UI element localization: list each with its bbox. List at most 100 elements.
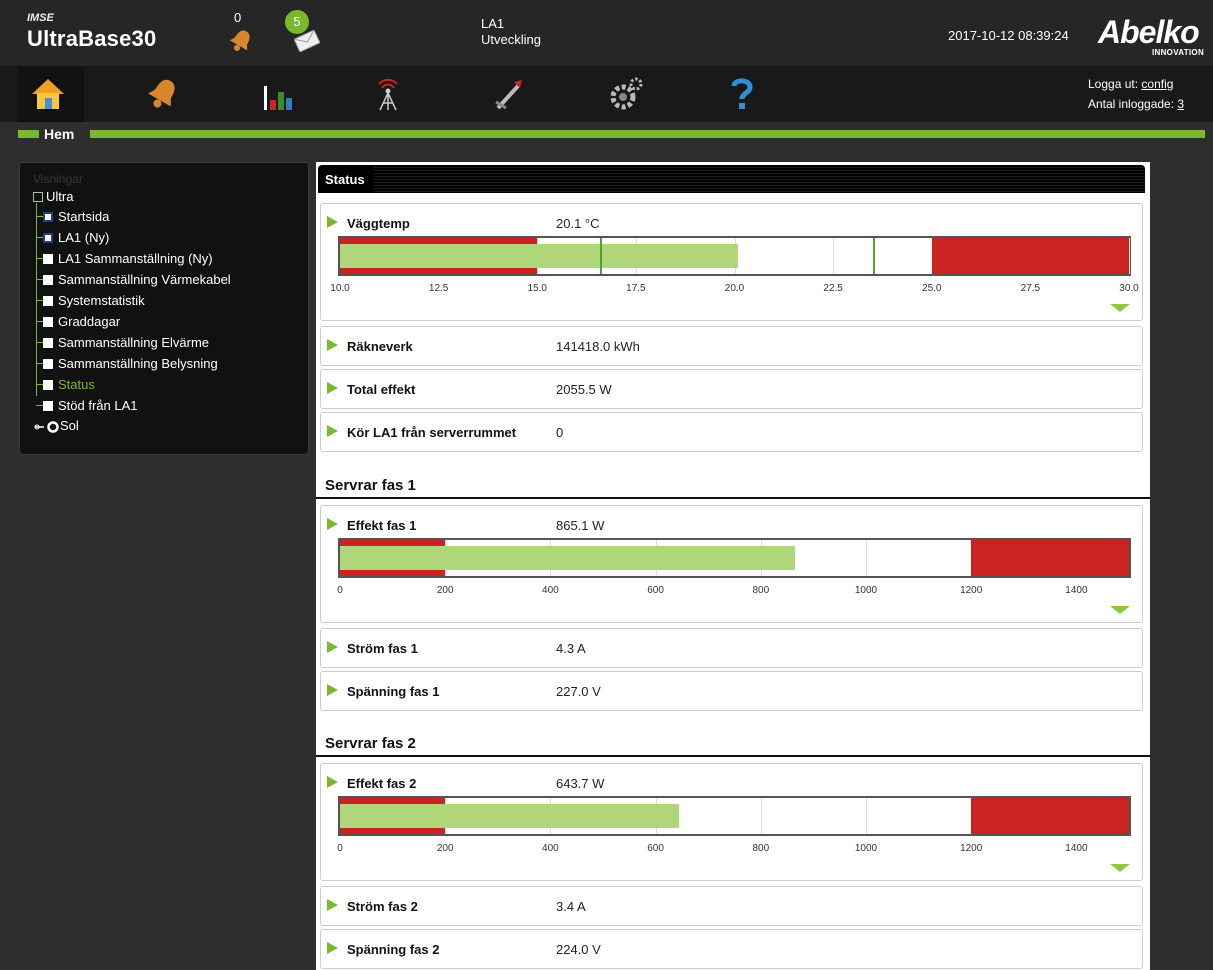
list-icon: [43, 380, 53, 390]
tree-item-startsida[interactable]: Startsida: [43, 209, 109, 224]
card-label: Ström fas 2: [347, 899, 418, 914]
gauge-fill: [340, 804, 679, 828]
gauge-tick-label: 12.5: [428, 283, 449, 294]
gauge-limit-marker: [600, 238, 603, 274]
expand-icon: [327, 641, 338, 653]
gauge-tick-label: 20.0: [724, 283, 745, 294]
chevron-down-icon[interactable]: [1110, 606, 1130, 614]
card-vaggtemp[interactable]: Väggtemp 20.1 °C 10.0 12.5 15.0 17.5 20.0 22.…: [320, 203, 1143, 321]
card-label: Ström fas 1: [347, 641, 418, 656]
nav-help[interactable]: [718, 66, 768, 122]
chevron-down-icon[interactable]: [1110, 864, 1130, 872]
main-panel: Status Väggtemp 20.1 °C 10.0 12.5 15.0 17.5…: [316, 162, 1150, 970]
gauge-limit-marker: [872, 238, 875, 274]
expand-icon: [34, 420, 59, 433]
expand-icon: [327, 776, 338, 788]
list-icon: [43, 275, 53, 285]
alarm-indicator[interactable]: 0: [224, 10, 264, 60]
nav-settings[interactable]: [598, 66, 658, 122]
gauge-scale-temp: 10.0 12.5 15.0 17.5 20.0 22.5 25.0 27.5 30.0: [330, 283, 1138, 297]
logged-in-count-link[interactable]: 3: [1177, 97, 1184, 111]
unit-name: LA1: [481, 16, 505, 31]
card-label: Spänning fas 1: [347, 684, 440, 699]
gauge-tick-label: 22.5: [823, 283, 843, 294]
tree-branch: [36, 405, 43, 406]
card-label: Effekt fas 2: [347, 776, 417, 791]
section-rule-right: [90, 130, 1205, 138]
card-label: Effekt fas 1: [347, 518, 417, 533]
clock: 2017-10-12 08:39:24: [948, 28, 1069, 43]
nav-alarms[interactable]: [135, 66, 195, 122]
logout-prefix: Logga ut:: [1088, 77, 1139, 91]
tree-item-status[interactable]: Status: [43, 377, 95, 392]
list-icon: [43, 296, 53, 306]
expand-icon: [327, 425, 338, 437]
card-label: Väggtemp: [347, 216, 410, 231]
tree-item-stod[interactable]: Stöd från LA1: [43, 398, 138, 413]
gauge-tick-label: 30.0: [1119, 283, 1139, 294]
logout-link[interactable]: config: [1141, 77, 1173, 91]
tree-item-belysning[interactable]: Sammanställning Belysning: [43, 356, 218, 371]
tree-item-la1-sammanstallning[interactable]: LA1 Sammanställning (Ny): [43, 251, 213, 266]
gauge-tick-label: 800: [752, 843, 770, 854]
tree-item-systemstatistik[interactable]: Systemstatistik: [43, 293, 145, 308]
tree-root-ultra[interactable]: Ultra: [33, 189, 73, 204]
card-spanning-fas2[interactable]: Spänning fas 2 224.0 V: [320, 929, 1143, 969]
status-header: Status: [318, 165, 1145, 193]
expand-icon: [327, 518, 338, 530]
card-label: Total effekt: [347, 382, 416, 397]
gauge-scale-fas1: 0 200 400 600 800 1000 1200 1400: [337, 585, 1131, 599]
gauge-tick-label: 200: [436, 585, 454, 596]
card-value: 141418.0 kWh: [556, 339, 640, 354]
gauge-tick-label: 600: [647, 843, 664, 854]
high-alarm-zone: [971, 540, 1129, 576]
card-total-effekt[interactable]: Total effekt 2055.5 W: [320, 369, 1143, 409]
chevron-down-icon[interactable]: [1110, 304, 1130, 312]
abelko-logo: Abelko INNOVATION: [1098, 16, 1206, 58]
group-rule: [316, 755, 1150, 757]
status-title: Status: [325, 172, 365, 187]
antenna-icon: [378, 78, 398, 111]
gauge-tick-label: 15.0: [527, 283, 547, 294]
expand-icon: [327, 942, 338, 954]
high-alarm-zone: [971, 798, 1129, 834]
home-icon: [32, 79, 64, 109]
tree-branch: [36, 384, 43, 385]
expand-icon: [327, 899, 338, 911]
nav-charts[interactable]: [250, 66, 310, 122]
card-value: 643.7 W: [556, 776, 605, 791]
message-indicator[interactable]: 5: [282, 8, 322, 60]
brand-title: UltraBase30: [27, 26, 157, 51]
card-strom-fas1[interactable]: Ström fas 1 4.3 A: [320, 628, 1143, 668]
tree-item-la1-ny[interactable]: LA1 (Ny): [43, 230, 109, 245]
nav-communication[interactable]: [360, 66, 420, 122]
alarm-bell-icon: [148, 79, 175, 108]
gauge-tick-label: 1000: [854, 585, 878, 596]
gauge-tick-label: 27.5: [1020, 283, 1041, 294]
collapse-icon: [33, 192, 43, 202]
nav-home[interactable]: [18, 66, 84, 122]
card-value: 20.1 °C: [556, 216, 600, 231]
card-effekt-fas2[interactable]: Effekt fas 2 643.7 W 0 200 400 600 800 1000 12…: [320, 763, 1143, 881]
alarm-count: 0: [234, 10, 242, 25]
tree-root-label: Ultra: [46, 189, 74, 204]
card-kor-la1[interactable]: Kör LA1 från serverrummet 0: [320, 412, 1143, 452]
unit-title: LA1 Utveckling: [481, 16, 541, 48]
gauge-tick-label: 10.0: [330, 283, 350, 294]
tree-item-elvarme[interactable]: Sammanställning Elvärme: [43, 335, 209, 350]
card-strom-fas2[interactable]: Ström fas 2 3.4 A: [320, 886, 1143, 926]
alarm-bell-icon: [229, 30, 250, 51]
gauge-gridline: [1129, 238, 1130, 274]
card-effekt-fas1[interactable]: Effekt fas 1 865.1 W 0 200 400 600 800 1000 12…: [320, 505, 1143, 623]
card-raknevek[interactable]: Räkneverk 141418.0 kWh: [320, 326, 1143, 366]
top-header: IMSE UltraBase30 0 5 LA1 Utveckling 2017…: [0, 0, 1213, 66]
gauge-fas1: [338, 538, 1131, 578]
tree-item-graddagar[interactable]: Graddagar: [43, 314, 120, 329]
tree-item-sol[interactable]: Sol: [34, 418, 79, 433]
header-stripes: [374, 165, 1145, 193]
tree-item-varmekabel[interactable]: Sammanställning Värmekabel: [43, 272, 231, 287]
card-spanning-fas1[interactable]: Spänning fas 1 227.0 V: [320, 671, 1143, 711]
nav-tools[interactable]: [480, 66, 540, 122]
view-tree: Visningar Ultra Startsida LA1 (Ny) LA1 S…: [19, 162, 309, 455]
group-title-fas2: Servrar fas 2: [325, 735, 416, 752]
